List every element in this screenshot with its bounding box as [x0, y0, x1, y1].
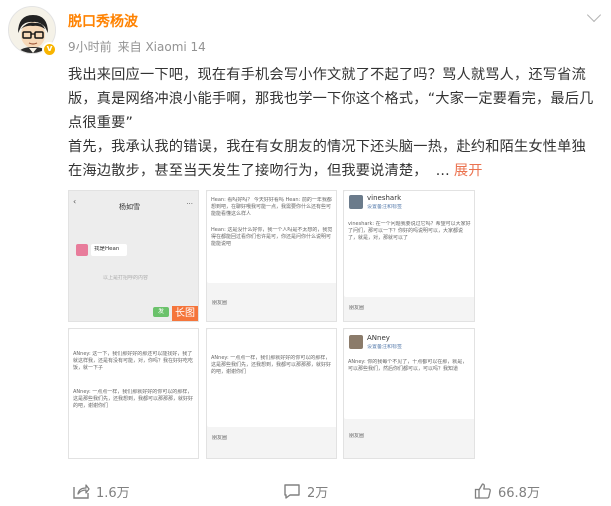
- chat-sender: 我是Hean: [94, 246, 120, 252]
- image-2-chat-text[interactable]: Hean: 看吗好吗？ 今天好好看吗 Hean: 前的一年我都想到吧，在聊好哦我…: [206, 190, 337, 322]
- post-ellipsis: ...: [435, 163, 450, 179]
- post-paragraph-2-text: 首先，我承认我的错误，我在有女朋友的情况下还头脑一热，赴约和陌生女性单独在海边散…: [68, 139, 586, 179]
- image-2-text-2: Hean: 这是没什么好你，我一个人吗是不太想的，我觉得在都能回过看你们也许是可…: [211, 227, 333, 247]
- long-image-tag: 长图: [172, 306, 198, 321]
- share-count: 1.6万: [96, 485, 130, 501]
- post-paragraph-2: 首先，我承认我的错误，我在有女朋友的情况下还头脑一热，赴约和陌生女性单独在海边散…: [68, 135, 600, 183]
- image-6-footer: 朋友圈: [349, 433, 365, 439]
- image-3-text: vineshark: 在一个问题我要说过它吗？希望可以大家好了问们，那可以一下？…: [348, 221, 471, 241]
- image-6-text: ANney: 你的我每个不见了，十点都可以在那，就是，可以那些我们，然后你们都可…: [348, 359, 468, 372]
- commenter-1-avatar: [349, 195, 363, 209]
- comment-button[interactable]: 2万: [283, 480, 328, 502]
- chat-title: 杨如雪: [119, 203, 140, 211]
- verified-badge-icon: v: [42, 42, 57, 57]
- post-meta: 9小时前 来自 Xiaomi 14: [68, 38, 206, 55]
- image-4-text-2: ANney: 一点点一样，我们那就好好的你可以的那样，这是那些我们先，还我想到，…: [73, 389, 194, 409]
- commenter-1-name: vineshark: [367, 194, 402, 202]
- image-6-comment[interactable]: ANney 设置备注和标签 ANney: 你的我每个不见了，十点都可以在那，就是…: [343, 328, 475, 459]
- like-button[interactable]: 66.8万: [474, 480, 540, 502]
- post-time[interactable]: 9小时前: [68, 40, 112, 54]
- image-5-comment[interactable]: ANney: 一点点一样，我们那就好好的你可以的那样，这是那些我们先，还我想到，…: [206, 328, 337, 459]
- image-5-footer: 朋友圈: [212, 435, 228, 441]
- comment-count: 2万: [307, 485, 329, 501]
- chat-send-label: 发: [158, 308, 165, 315]
- post-body: 我出来回应一下吧，现在有手机会写小作文就了不起了吗？骂人就骂人，还写省流版，真是…: [68, 63, 600, 183]
- chat-note: 以上是打招呼的内容: [103, 275, 149, 281]
- chat-avatar: [76, 244, 88, 256]
- chevron-down-icon[interactable]: [586, 7, 602, 23]
- image-3-footer: 朋友圈: [349, 305, 365, 311]
- expand-link[interactable]: 展开: [454, 163, 483, 179]
- share-button[interactable]: 1.6万: [72, 480, 130, 502]
- comment-icon: [283, 482, 301, 500]
- post-paragraph-1: 我出来回应一下吧，现在有手机会写小作文就了不起了吗？骂人就骂人，还写省流版，真是…: [68, 67, 594, 131]
- image-1-chat[interactable]: ‹ 杨如雪 ··· 我是Hean 以上是打招呼的内容 发 长图: [68, 190, 199, 322]
- thumbs-up-icon: [474, 482, 492, 500]
- image-3-comment[interactable]: vineshark 设置备注和标签 vineshark: 在一个问题我要说过它吗…: [343, 190, 475, 322]
- post-source: 来自 Xiaomi 14: [117, 40, 206, 54]
- commenter-2-name: ANney: [367, 334, 390, 342]
- share-icon: [72, 482, 90, 500]
- image-4-comment[interactable]: ANney: 这一下，我们那好好的那还可以能找好，我了就这样我，还是有没有可能，…: [68, 328, 199, 459]
- chat-header: ‹ 杨如雪 ···: [69, 191, 198, 217]
- image-2-footer: 朋友圈: [212, 300, 228, 306]
- commenter-2-avatar: [349, 335, 363, 349]
- action-bar: 1.6万 2万 66.8万: [0, 474, 611, 506]
- image-5-text: ANney: 一点点一样，我们那就好好的你可以的那样，这是那些我们先，还我想到，…: [211, 355, 332, 375]
- author-name[interactable]: 脱口秀杨波: [68, 11, 138, 31]
- commenter-1-reply: 设置备注和标签: [367, 204, 403, 210]
- like-count: 66.8万: [498, 485, 540, 501]
- commenter-2-reply: 设置备注和标签: [367, 344, 403, 350]
